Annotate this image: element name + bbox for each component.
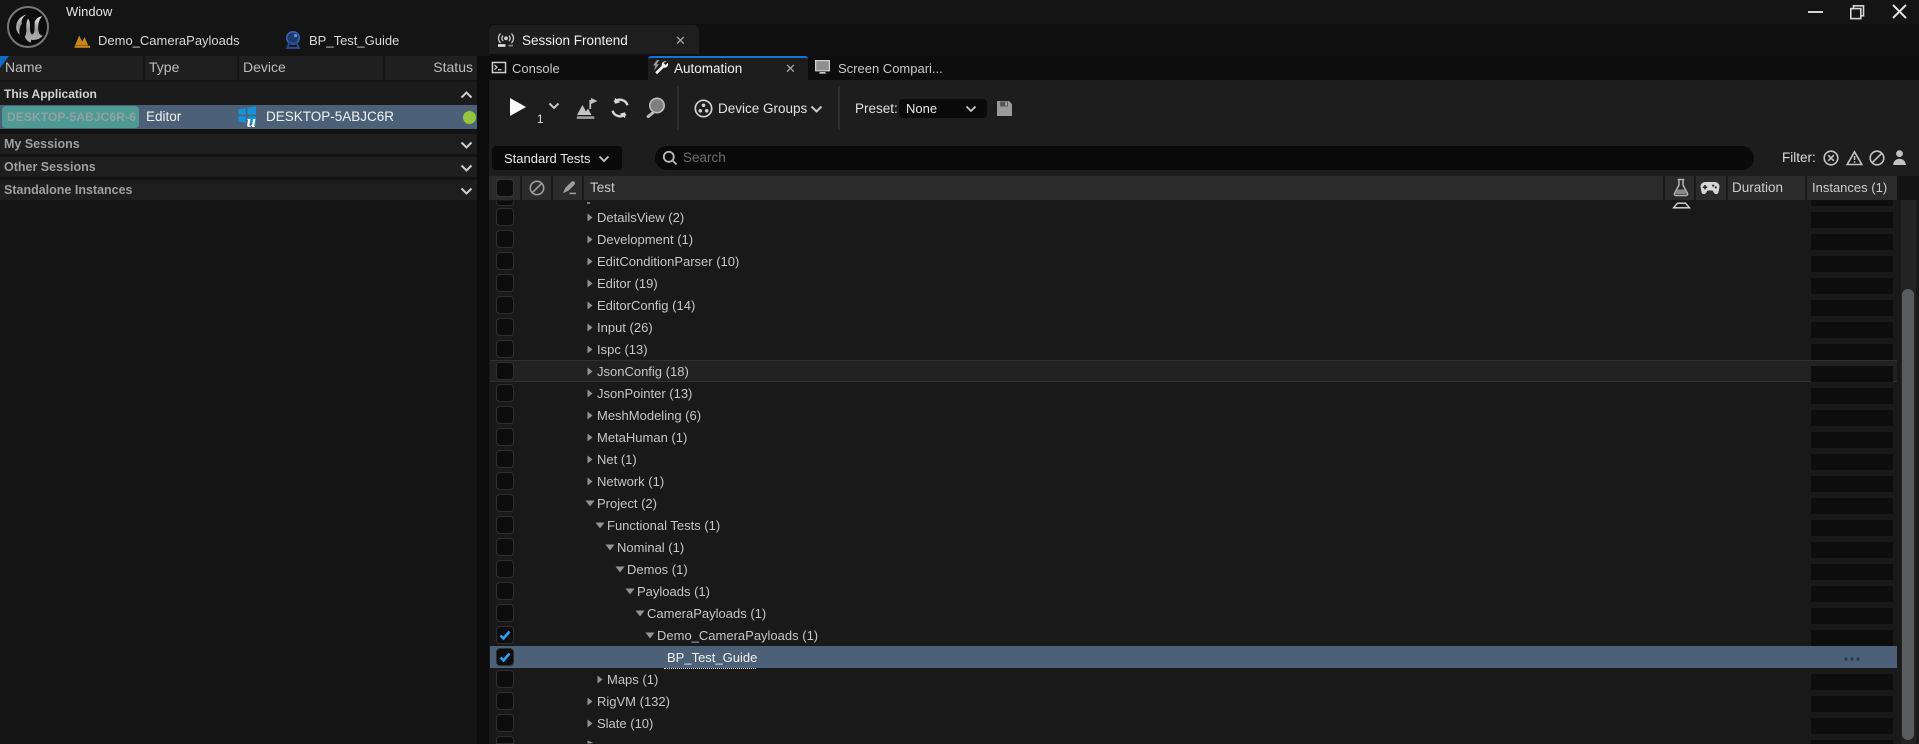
svg-text:u: u xyxy=(247,112,256,131)
